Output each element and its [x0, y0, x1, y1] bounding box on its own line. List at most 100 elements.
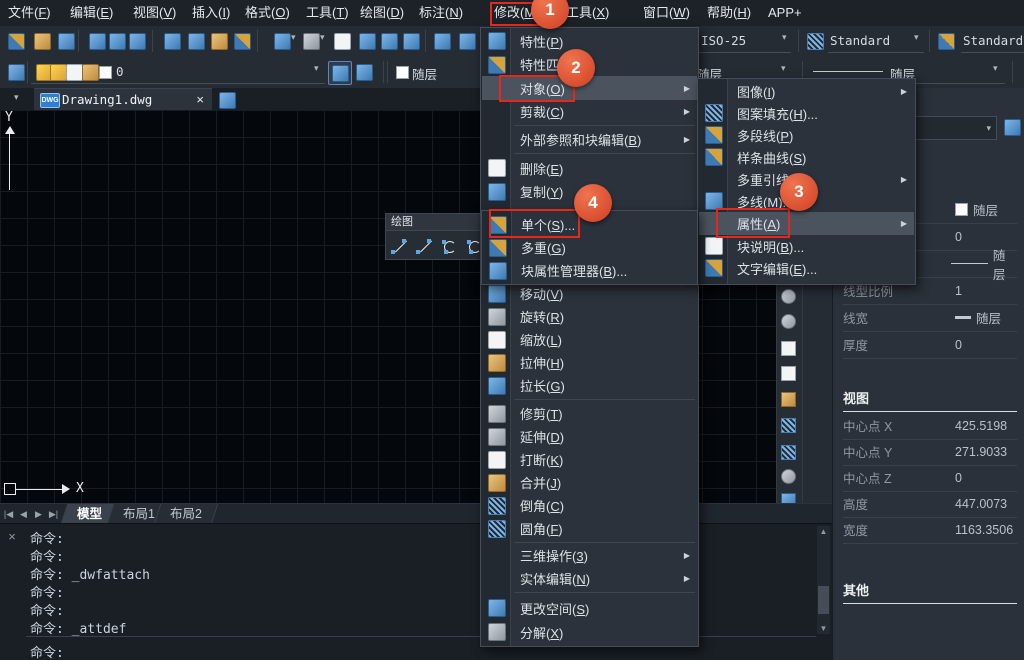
draw-toolbar-title[interactable]: 绘图	[386, 214, 483, 231]
menu-file[interactable]: 文件(F)	[8, 0, 51, 26]
command-window[interactable]: × 命令: 命令: 命令: _dwfattach 命令: 命令: 命令: _at…	[0, 523, 832, 660]
new-document-tab-button[interactable]	[216, 89, 236, 109]
redo-dropdown-arrow[interactable]: ▾	[320, 32, 325, 43]
text-style-combo[interactable]: Standard	[830, 33, 890, 48]
submenu-item-hatch[interactable]: 图案填充(H)...	[699, 102, 914, 124]
scroll-up-arrow[interactable]: ▲	[817, 526, 830, 537]
undo-button[interactable]	[271, 30, 293, 52]
draw-floating-toolbar[interactable]: 绘图	[385, 213, 484, 260]
text-window-button[interactable]	[456, 30, 478, 52]
fillet-tool-button[interactable]	[780, 444, 797, 461]
submenu-item-spline[interactable]: 样条曲线(S)	[699, 146, 914, 168]
menu-insert[interactable]: 插入(I)	[192, 0, 230, 26]
menu-draw[interactable]: 绘图(D)	[360, 0, 404, 26]
menu-item-break[interactable]: 打断(K)	[482, 448, 697, 471]
property-row-width[interactable]: 宽度 1163.3506	[843, 516, 1017, 544]
menu-app-plus[interactable]: APP+	[768, 0, 802, 26]
menu-item-clip[interactable]: 剪裁(C)▶	[482, 100, 697, 123]
lineweight-dropdown-arrow[interactable]: ▾	[993, 63, 998, 74]
menu-item-xref-block-edit[interactable]: 外部参照和块编辑(B)▶	[482, 128, 697, 151]
undo-dropdown-arrow[interactable]: ▾	[291, 32, 296, 43]
menu-edit[interactable]: 编辑(E)	[70, 0, 113, 26]
quickcalc-button[interactable]	[431, 30, 453, 52]
menu-window[interactable]: 窗口(W)	[643, 0, 690, 26]
publish-button[interactable]	[126, 30, 148, 52]
quick-select-button[interactable]	[1001, 116, 1021, 136]
menu-item-lengthen[interactable]: 拉长(G)	[482, 374, 697, 397]
command-close-icon[interactable]: ×	[4, 529, 20, 545]
menu-item-3d-operations[interactable]: 三维操作(3)▶	[482, 544, 697, 567]
layer-properties-button[interactable]	[5, 61, 27, 83]
submenu-item-text-edit[interactable]: 文字编辑(E)...	[699, 257, 914, 279]
scroll-down-arrow[interactable]: ▼	[817, 623, 830, 634]
arc-tool-button[interactable]	[441, 238, 458, 255]
command-scrollbar[interactable]: ▲ ▼	[817, 526, 830, 634]
break-tool-button[interactable]	[780, 340, 797, 357]
submenu-item-polyline[interactable]: 多段线(P)	[699, 124, 914, 146]
menu-item-explode[interactable]: 分解(X)	[482, 620, 697, 644]
menu-help[interactable]: 帮助(H)	[707, 0, 751, 26]
explode-tool-button[interactable]	[780, 468, 797, 485]
menu-item-rotate[interactable]: 旋转(R)	[482, 305, 697, 328]
layer-lock-toggle[interactable]	[79, 61, 101, 83]
break-at-point-tool-button[interactable]	[780, 365, 797, 382]
submenu-item-multiple-attribute[interactable]: 多重(G)	[483, 236, 696, 259]
document-tab-close-icon[interactable]: ×	[196, 89, 204, 111]
redo-button[interactable]	[300, 30, 322, 52]
menu-view[interactable]: 视图(V)	[133, 0, 176, 26]
text-style-dropdown-arrow[interactable]: ▾	[914, 32, 919, 43]
table-style-combo[interactable]: Standard	[963, 33, 1023, 48]
trim-tool-button[interactable]	[780, 288, 797, 305]
selection-combo-arrow[interactable]: ▾	[986, 123, 991, 134]
menu-item-change-space[interactable]: 更改空间(S)	[482, 596, 697, 620]
new-file-button[interactable]	[5, 30, 27, 52]
property-row-center-z[interactable]: 中心点 Z 0	[843, 464, 1017, 492]
chamfer-tool-button[interactable]	[780, 417, 797, 434]
menu-item-join[interactable]: 合并(J)	[482, 471, 697, 494]
menu-item-extend[interactable]: 延伸(D)	[482, 425, 697, 448]
last-tab-arrow[interactable]: ▶|	[47, 506, 60, 522]
plot-button[interactable]	[86, 30, 108, 52]
plot-preview-button[interactable]	[106, 30, 128, 52]
layer-states-button[interactable]	[328, 61, 352, 85]
submenu-item-block-attribute-manager[interactable]: 块属性管理器(B)...	[483, 259, 696, 282]
layer-previous-button[interactable]	[353, 61, 375, 83]
zoom-previous-button[interactable]	[400, 30, 422, 52]
menu-item-stretch[interactable]: 拉伸(H)	[482, 351, 697, 374]
table-style-button[interactable]	[935, 30, 957, 52]
line-tool-button[interactable]	[391, 238, 408, 255]
linetype-dropdown-arrow[interactable]: ▾	[781, 63, 786, 74]
open-button[interactable]	[31, 30, 53, 52]
menu-item-chamfer[interactable]: 倒角(C)	[482, 494, 697, 517]
dim-style-combo[interactable]: ISO-25	[701, 33, 746, 48]
menu-item-scale[interactable]: 缩放(L)	[482, 328, 697, 351]
menu-item-move[interactable]: 移动(V)	[482, 282, 697, 305]
submenu-item-image[interactable]: 图像(I)▶	[699, 80, 914, 102]
pan-button[interactable]	[331, 30, 353, 52]
prev-tab-arrow[interactable]: ◀	[17, 506, 30, 522]
menu-tools[interactable]: 工具(T)	[306, 0, 349, 26]
command-input[interactable]: 命令:	[30, 642, 64, 660]
tab-layout2[interactable]: 布局2	[154, 504, 218, 524]
section-header-other[interactable]: 其他	[843, 580, 1017, 604]
menu-item-properties[interactable]: 特性(P)	[482, 29, 697, 53]
zoom-window-button[interactable]	[378, 30, 400, 52]
dim-style-dropdown-arrow[interactable]: ▾	[782, 32, 787, 43]
cut-button[interactable]	[161, 30, 183, 52]
menu-express-tools[interactable]: 工具(X)	[566, 0, 609, 26]
property-row-lineweight[interactable]: 线宽 随层	[843, 304, 1017, 332]
join-tool-button[interactable]	[780, 391, 797, 408]
property-row-height[interactable]: 高度 447.0073	[843, 490, 1017, 518]
save-button[interactable]	[55, 30, 77, 52]
menu-item-trim[interactable]: 修剪(T)	[482, 402, 697, 425]
match-properties-button[interactable]	[231, 30, 253, 52]
doc-tab-list-arrow[interactable]: ▾	[14, 92, 19, 103]
scrollbar-thumb[interactable]	[818, 586, 829, 614]
submenu-item-block-description[interactable]: 块说明(B)...	[699, 235, 914, 257]
menu-dimension[interactable]: 标注(N)	[419, 0, 463, 26]
section-header-view[interactable]: 视图	[843, 388, 1017, 412]
next-tab-arrow[interactable]: ▶	[32, 506, 45, 522]
copy-clip-button[interactable]	[185, 30, 207, 52]
extend-tool-button[interactable]	[780, 313, 797, 330]
zoom-realtime-button[interactable]	[356, 30, 378, 52]
